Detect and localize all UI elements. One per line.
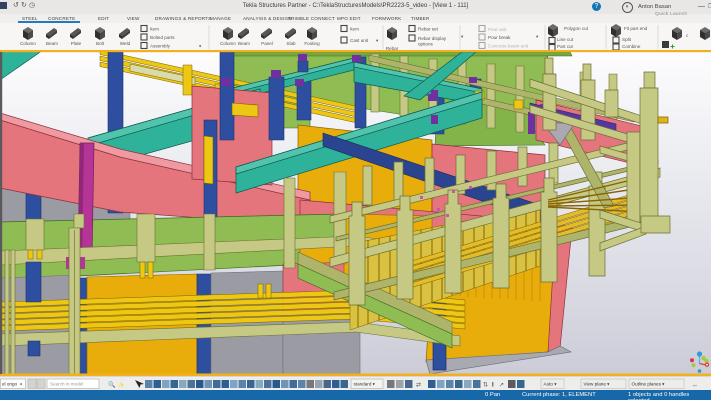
- svg-text:Outline planes ▾: Outline planes ▾: [632, 382, 666, 387]
- svg-text:▾: ▾: [536, 34, 539, 39]
- svg-text:⇅: ⇅: [483, 383, 488, 389]
- svg-text:▾: ▾: [376, 38, 379, 43]
- svg-text:▾: ▾: [20, 382, 22, 387]
- svg-text:Split: Split: [622, 37, 632, 42]
- svg-text:Weld: Weld: [120, 41, 131, 46]
- svg-text:I: I: [492, 383, 494, 389]
- svg-text:Beam: Beam: [238, 41, 250, 46]
- svg-text:🔍: 🔍: [108, 381, 116, 389]
- svg-text:Bolt: Bolt: [96, 41, 105, 46]
- svg-text:Cast unit: Cast unit: [350, 38, 369, 43]
- svg-text:Pour unit: Pour unit: [488, 27, 507, 32]
- svg-text:c: c: [686, 33, 689, 38]
- svg-text:View plane ▾: View plane ▾: [584, 382, 611, 387]
- svg-text:Assembly: Assembly: [150, 43, 171, 48]
- svg-text:options: options: [418, 41, 434, 46]
- svg-text:Beam: Beam: [46, 41, 58, 46]
- svg-text:Bolted parts: Bolted parts: [150, 35, 175, 40]
- svg-text:Pour break: Pour break: [488, 35, 511, 40]
- svg-text:↗: ↗: [499, 383, 504, 389]
- svg-text:Line cut: Line cut: [557, 37, 574, 42]
- svg-text:Search in model: Search in model: [50, 382, 83, 387]
- svg-text:Panel: Panel: [261, 41, 273, 46]
- svg-text:Plate: Plate: [71, 41, 82, 46]
- svg-text:Rebar set: Rebar set: [418, 26, 439, 31]
- svg-text:▾: ▾: [199, 43, 202, 48]
- svg-text:⇄: ⇄: [416, 382, 421, 389]
- svg-text:Part cut: Part cut: [557, 44, 574, 49]
- svg-text:Polygon cut: Polygon cut: [564, 26, 589, 31]
- svg-text:standard ▾: standard ▾: [354, 382, 376, 387]
- svg-text:Auto ▾: Auto ▾: [544, 382, 558, 387]
- svg-text:Column: Column: [20, 41, 36, 46]
- svg-text:Item: Item: [150, 26, 159, 31]
- svg-text:Concrete beam unit: Concrete beam unit: [488, 43, 529, 48]
- svg-text:Footing: Footing: [304, 41, 320, 46]
- svg-text:Fit part end: Fit part end: [624, 26, 648, 31]
- svg-text:Rebar display: Rebar display: [418, 36, 447, 41]
- svg-text:Column: Column: [220, 41, 236, 46]
- svg-text:Combine: Combine: [622, 44, 641, 49]
- svg-text:el origo: el origo: [2, 382, 18, 387]
- svg-text:Slab: Slab: [286, 41, 296, 46]
- svg-text:✨: ✨: [118, 382, 124, 389]
- svg-text:Item: Item: [350, 26, 359, 31]
- svg-text:↔: ↔: [692, 383, 698, 389]
- svg-text:▾: ▾: [461, 34, 464, 39]
